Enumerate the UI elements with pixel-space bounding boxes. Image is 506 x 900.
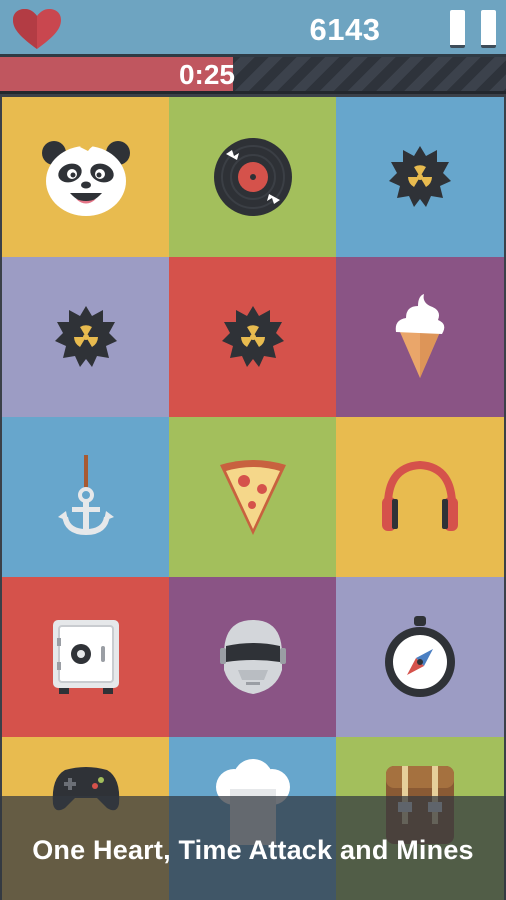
headphones-icon	[382, 460, 458, 531]
robot-helmet-icon	[219, 620, 286, 694]
compass-icon	[385, 616, 455, 697]
ice-cream-icon	[395, 294, 445, 378]
safe-icon	[52, 620, 119, 694]
tile-ice-cream[interactable]	[336, 257, 504, 417]
tile-panda[interactable]	[2, 97, 169, 257]
caption-text: One Heart, Time Attack and Mines	[32, 834, 474, 865]
tile-anchor[interactable]	[2, 417, 169, 577]
score-value: 6143	[309, 12, 381, 47]
tile-mine[interactable]	[169, 257, 336, 417]
anchor-icon	[57, 455, 114, 535]
tile-grid	[2, 97, 504, 900]
vinyl-record-icon	[213, 138, 292, 216]
mine-icon	[221, 306, 284, 367]
mine-icon	[54, 306, 117, 367]
tile-vinyl[interactable]	[169, 97, 336, 257]
tile-safe[interactable]	[2, 577, 169, 737]
tile-headphones[interactable]	[336, 417, 504, 577]
heart-icon	[13, 9, 61, 49]
pizza-slice-icon	[219, 460, 286, 535]
panda-icon	[41, 139, 130, 216]
timer-text: 0:25	[178, 59, 235, 90]
tile-mine[interactable]	[336, 97, 504, 257]
tile-mine[interactable]	[2, 257, 169, 417]
timer-bar: 0:25	[0, 57, 506, 94]
tile-compass[interactable]	[336, 577, 504, 737]
pause-bar-left	[450, 10, 465, 48]
tile-robot-helmet[interactable]	[169, 577, 336, 737]
mine-icon	[389, 146, 451, 207]
tile-pizza[interactable]	[169, 417, 336, 577]
pause-icon[interactable]	[450, 10, 496, 48]
top-bar: 6143	[0, 0, 506, 57]
pause-bar-right	[481, 10, 496, 48]
caption-banner: One Heart, Time Attack and Mines	[0, 796, 506, 900]
